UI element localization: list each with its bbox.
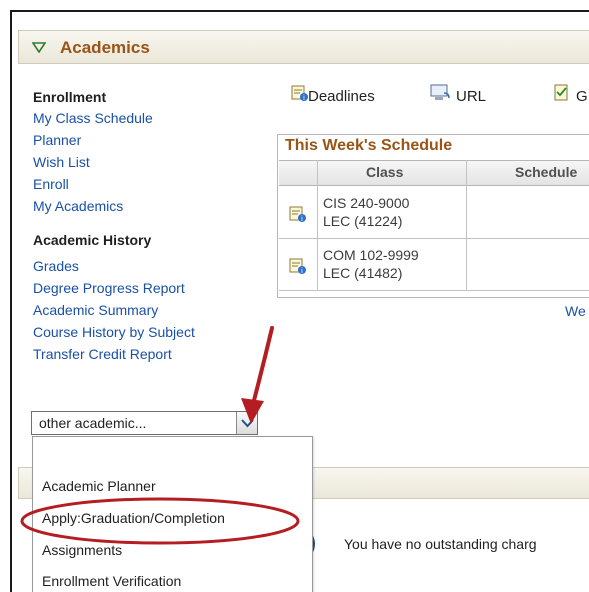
annotation-highlight-ellipse — [20, 497, 300, 545]
annotation-arrow-shaft — [250, 326, 274, 410]
annotation-arrow-head — [241, 398, 264, 424]
annotation-overlay — [20, 326, 300, 545]
